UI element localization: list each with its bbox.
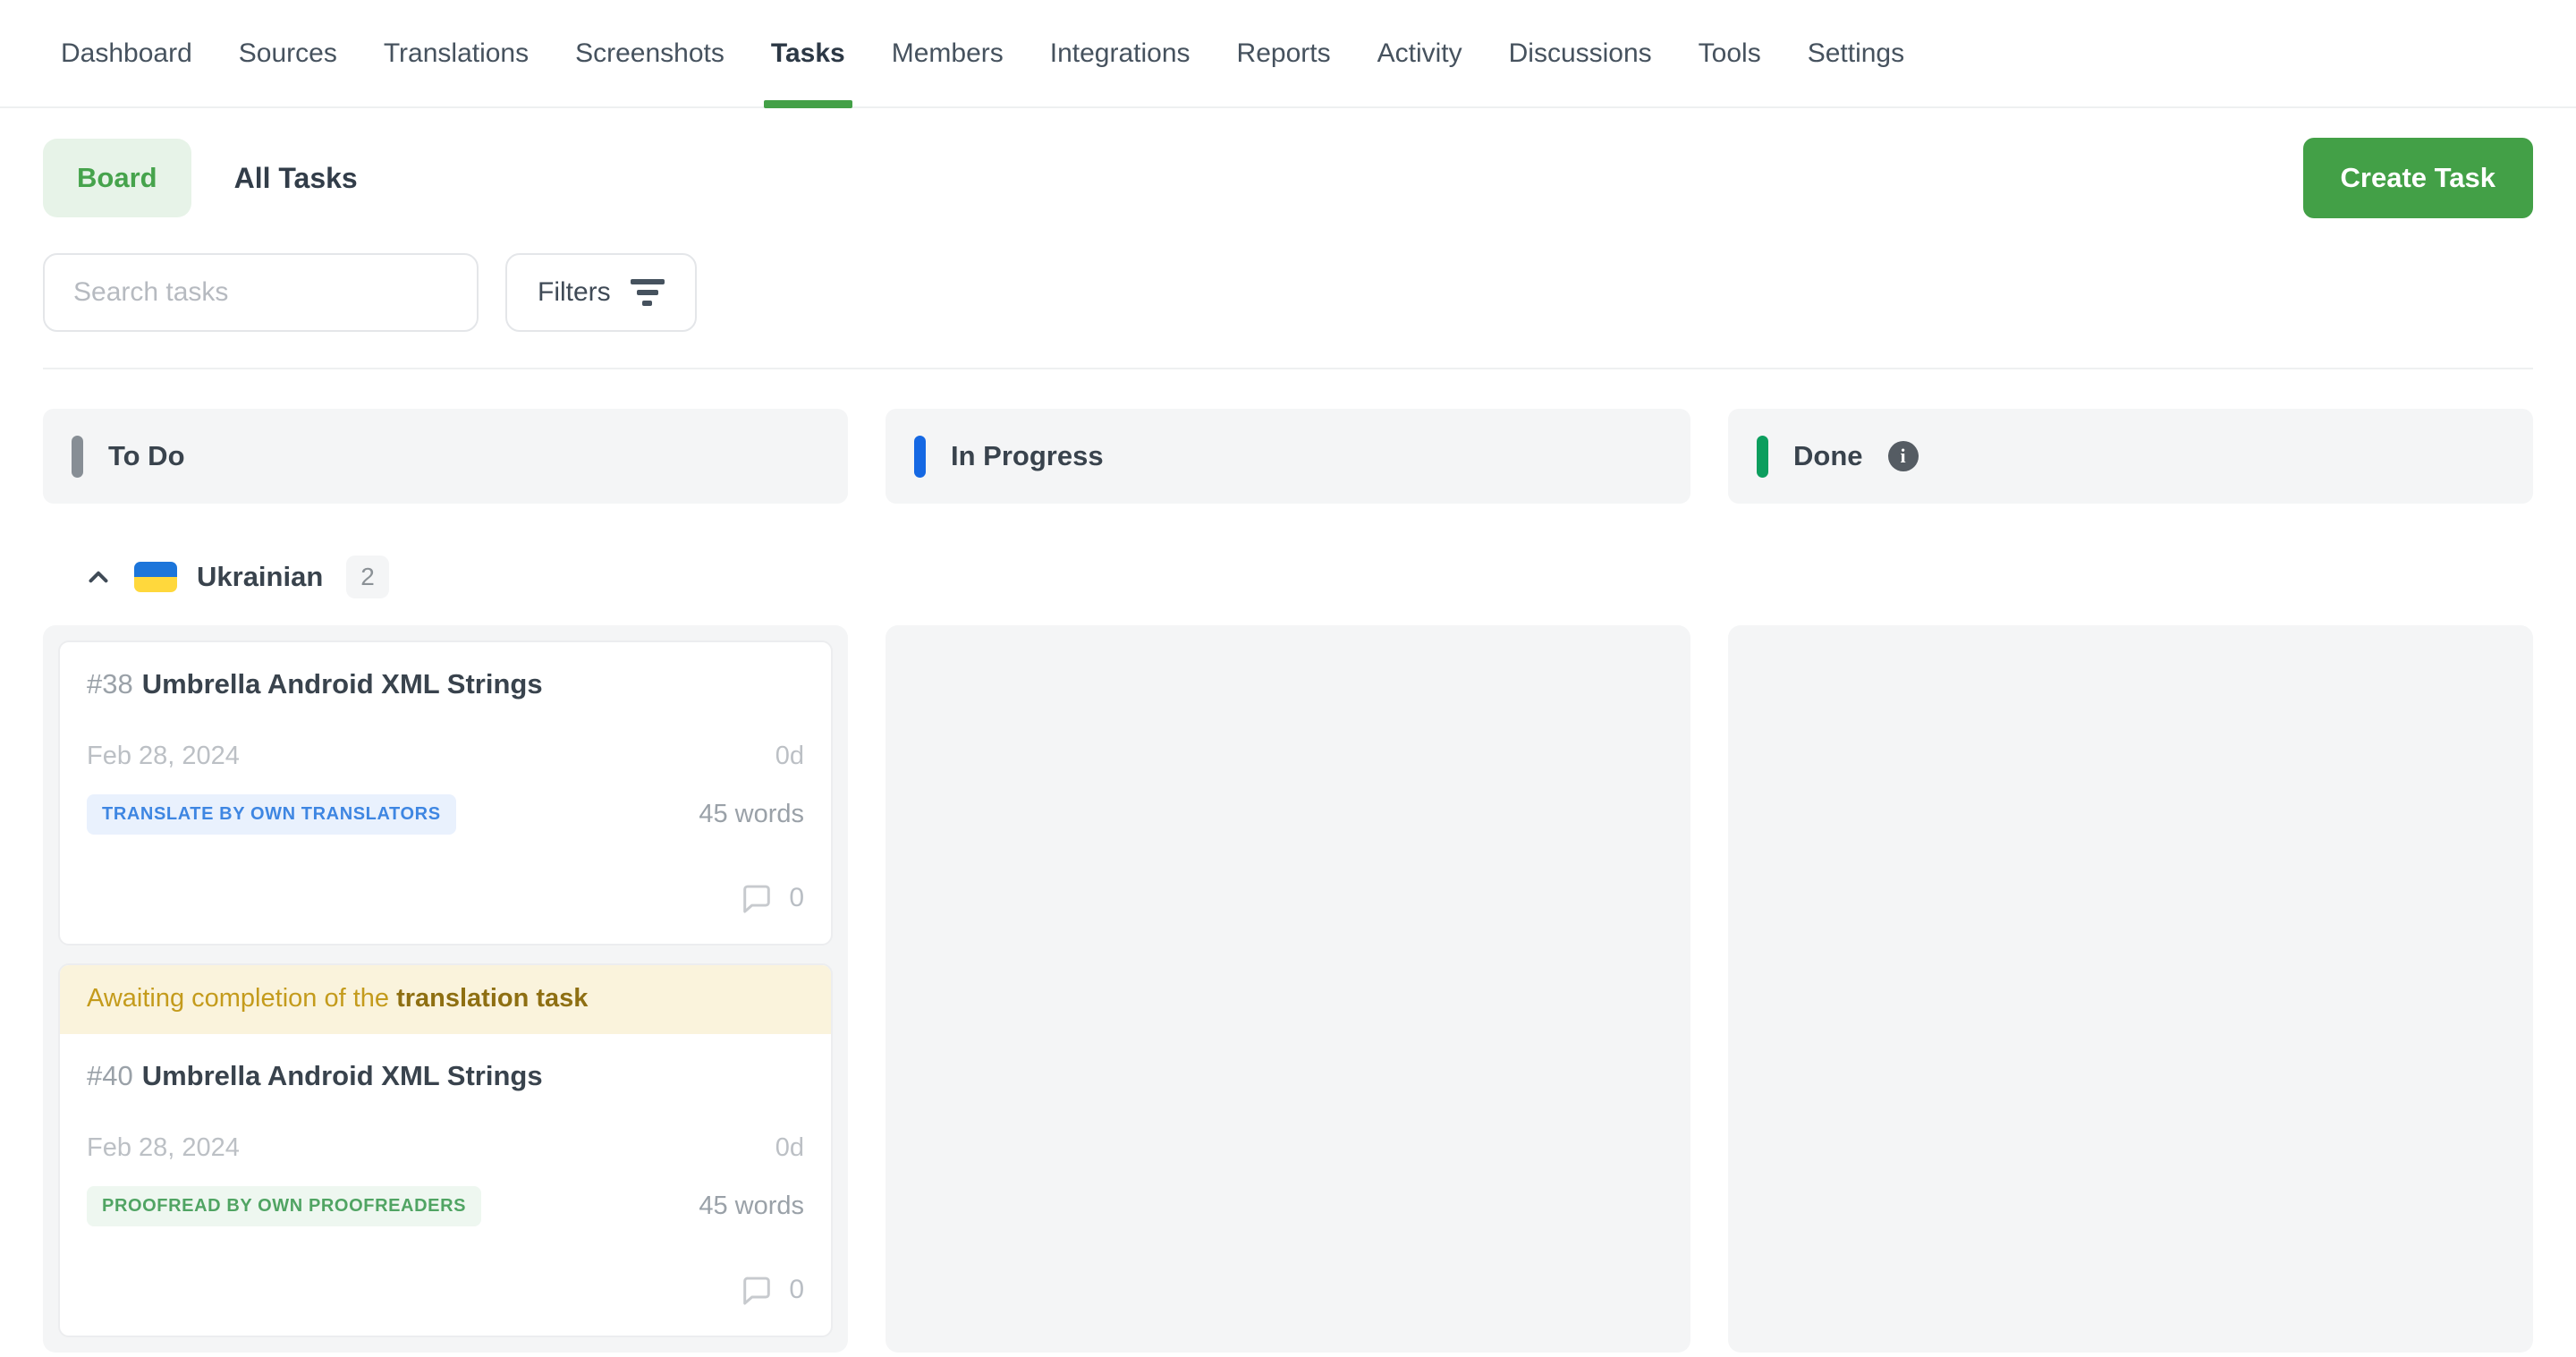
workflow-label: TRANSLATE BY OWN TRANSLATORS bbox=[87, 794, 456, 835]
nav-item-discussions[interactable]: Discussions bbox=[1509, 38, 1652, 106]
column-title: Done bbox=[1793, 440, 1863, 472]
search-input[interactable] bbox=[43, 253, 479, 332]
task-date: Feb 28, 2024 bbox=[87, 1133, 240, 1163]
info-icon[interactable]: i bbox=[1888, 441, 1919, 471]
comment-count: 0 bbox=[789, 1275, 804, 1305]
nav-item-sources[interactable]: Sources bbox=[239, 38, 337, 106]
view-toggle-all-tasks[interactable]: All Tasks bbox=[234, 162, 358, 195]
comment-bubble-icon bbox=[737, 879, 776, 917]
filter-bar: Filters bbox=[43, 253, 2533, 332]
board-column-headers: To Do In Progress Done i bbox=[43, 409, 2533, 504]
filters-button-label: Filters bbox=[538, 277, 611, 308]
toolbar-divider bbox=[43, 368, 2533, 369]
in-progress-marker bbox=[914, 436, 926, 478]
awaiting-banner: Awaiting completion of the translation t… bbox=[60, 965, 831, 1034]
filter-icon bbox=[631, 279, 665, 306]
task-id: #38 bbox=[87, 668, 133, 700]
filters-button[interactable]: Filters bbox=[505, 253, 697, 332]
language-group-header: Ukrainian 2 bbox=[43, 556, 2533, 598]
nav-item-activity[interactable]: Activity bbox=[1377, 38, 1462, 106]
awaiting-banner-text: Awaiting completion of the bbox=[87, 984, 389, 1013]
nav-item-members[interactable]: Members bbox=[892, 38, 1004, 106]
task-due: 0d bbox=[775, 742, 804, 771]
task-card[interactable]: #38 Umbrella Android XML Strings Feb 28, … bbox=[58, 640, 833, 946]
board-lanes: #38 Umbrella Android XML Strings Feb 28, … bbox=[43, 625, 2533, 1353]
task-word-count: 45 words bbox=[699, 1192, 804, 1221]
comment-count: 0 bbox=[789, 883, 804, 913]
task-due: 0d bbox=[775, 1133, 804, 1163]
task-date: Feb 28, 2024 bbox=[87, 742, 240, 771]
lane-todo: #38 Umbrella Android XML Strings Feb 28, … bbox=[43, 625, 848, 1353]
column-title: In Progress bbox=[951, 440, 1104, 472]
column-header-todo: To Do bbox=[43, 409, 848, 504]
nav-item-tasks[interactable]: Tasks bbox=[771, 38, 845, 106]
task-title: #40 Umbrella Android XML Strings bbox=[87, 1059, 804, 1094]
lane-in-progress bbox=[886, 625, 1690, 1353]
task-card[interactable]: Awaiting completion of the translation t… bbox=[58, 963, 833, 1337]
task-id: #40 bbox=[87, 1060, 133, 1091]
comment-bubble-icon bbox=[737, 1271, 776, 1309]
language-group-count-badge: 2 bbox=[346, 556, 389, 598]
workflow-label: PROOFREAD BY OWN PROOFREADERS bbox=[87, 1186, 481, 1226]
lane-done bbox=[1728, 625, 2533, 1353]
task-name: Umbrella Android XML Strings bbox=[142, 1060, 543, 1091]
ukraine-flag-icon bbox=[134, 562, 177, 592]
column-title: To Do bbox=[108, 440, 185, 472]
chevron-up-icon bbox=[83, 562, 114, 592]
todo-marker bbox=[72, 436, 83, 478]
nav-item-translations[interactable]: Translations bbox=[384, 38, 529, 106]
column-header-in-progress: In Progress bbox=[886, 409, 1690, 504]
nav-item-dashboard[interactable]: Dashboard bbox=[61, 38, 192, 106]
nav-item-settings[interactable]: Settings bbox=[1808, 38, 1904, 106]
project-nav: Dashboard Sources Translations Screensho… bbox=[0, 0, 2576, 108]
task-word-count: 45 words bbox=[699, 800, 804, 829]
view-toggle-board[interactable]: Board bbox=[43, 139, 191, 217]
create-task-button[interactable]: Create Task bbox=[2303, 138, 2533, 218]
collapse-group-button[interactable] bbox=[82, 561, 114, 593]
translation-task-link[interactable]: translation task bbox=[396, 984, 588, 1013]
nav-item-integrations[interactable]: Integrations bbox=[1050, 38, 1191, 106]
nav-item-screenshots[interactable]: Screenshots bbox=[575, 38, 724, 106]
nav-item-reports[interactable]: Reports bbox=[1237, 38, 1331, 106]
task-title: #38 Umbrella Android XML Strings bbox=[87, 667, 804, 702]
task-name: Umbrella Android XML Strings bbox=[142, 668, 543, 700]
language-group-label: Ukrainian bbox=[197, 561, 323, 593]
column-header-done: Done i bbox=[1728, 409, 2533, 504]
done-marker bbox=[1757, 436, 1768, 478]
nav-item-tools[interactable]: Tools bbox=[1699, 38, 1761, 106]
tasks-toolbar: Board All Tasks Create Task bbox=[43, 137, 2533, 219]
